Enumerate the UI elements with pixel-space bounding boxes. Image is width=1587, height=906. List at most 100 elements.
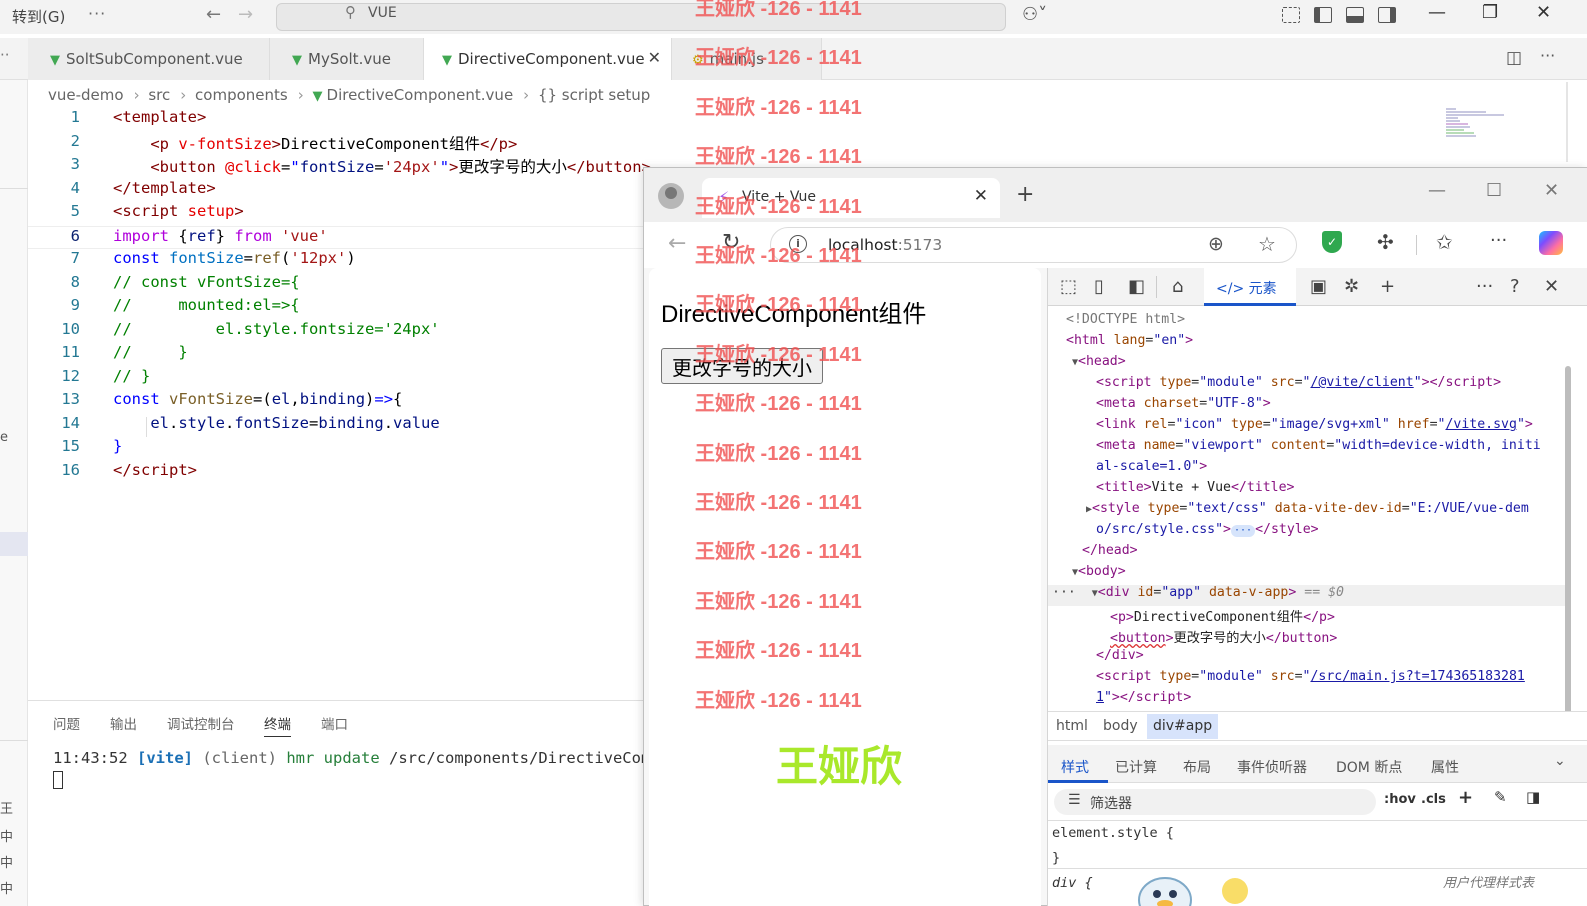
- dom-node-html[interactable]: <html lang="en">: [1066, 333, 1193, 348]
- breadcrumb-item[interactable]: vue-demo: [48, 86, 124, 104]
- devtools-more-icon[interactable]: ···: [1476, 276, 1493, 297]
- explorer-selected-row[interactable]: [0, 532, 28, 556]
- dom-node-title[interactable]: <title>Vite + Vue</title>: [1096, 480, 1295, 495]
- dom-node-head-close[interactable]: </head>: [1082, 543, 1138, 558]
- editor-more-icon[interactable]: ···: [1540, 46, 1555, 65]
- change-font-size-button[interactable]: 更改字号的大小: [661, 348, 823, 384]
- dom-node-p[interactable]: <p>DirectiveComponent组件</p>: [1110, 606, 1335, 625]
- back-arrow-icon[interactable]: ←: [668, 231, 686, 256]
- favorites-icon[interactable]: ✩: [1436, 230, 1453, 254]
- close-tab-icon[interactable]: ✕: [648, 48, 661, 67]
- subtab-dom-breakpoints[interactable]: DOM 断点: [1336, 757, 1402, 777]
- dom-node-button[interactable]: <button>更改字号的大小</button>: [1110, 627, 1337, 646]
- restore-icon[interactable]: ❐: [1482, 2, 1498, 23]
- subtab-styles[interactable]: 样式: [1061, 757, 1089, 777]
- subtab-event-listeners[interactable]: 事件侦听器: [1237, 757, 1307, 777]
- breadcrumb-item[interactable]: DirectiveComponent.vue: [327, 86, 514, 104]
- breadcrumb-item[interactable]: src: [148, 86, 170, 104]
- forward-arrow-icon[interactable]: →: [238, 4, 253, 25]
- toggle-sidebar-icon[interactable]: ◨: [1526, 788, 1540, 806]
- zoom-icon[interactable]: ⊕: [1208, 233, 1224, 255]
- favorite-star-icon[interactable]: ☆: [1258, 232, 1276, 256]
- dom-node-div-close[interactable]: </div>: [1096, 648, 1144, 663]
- cls-toggle[interactable]: .cls: [1421, 792, 1446, 807]
- dom-doctype[interactable]: <!DOCTYPE html>: [1066, 312, 1185, 327]
- address-bar[interactable]: i localhost:5173 ⊕ ☆: [770, 227, 1297, 263]
- dom-node-main-script[interactable]: <script type="module" src="/src/main.js?…: [1096, 669, 1525, 684]
- close-tab-icon[interactable]: ✕: [974, 186, 988, 206]
- ellipsis-badge[interactable]: ···: [1231, 525, 1256, 537]
- breadcrumb-item[interactable]: components: [195, 86, 288, 104]
- dock-side-icon[interactable]: ◧: [1128, 276, 1145, 297]
- toggle-panel-icon[interactable]: [1346, 7, 1364, 23]
- more-menu-icon[interactable]: ···: [88, 4, 106, 23]
- tab-elements[interactable]: </> 元素: [1204, 268, 1296, 306]
- dom-node-style[interactable]: ▶<style type="text/css" data-vite-dev-id…: [1086, 501, 1529, 516]
- crumb-div-app[interactable]: div#app: [1147, 714, 1219, 739]
- div-rule[interactable]: div {: [1052, 875, 1093, 891]
- tab-mainjs[interactable]: ⚙ main.js: [672, 38, 822, 80]
- dom-node-app-selected[interactable]: ··· ▼<div id="app" data-v-app> == $0: [1048, 585, 1568, 606]
- crumb-body[interactable]: body: [1103, 718, 1138, 734]
- close-window-icon[interactable]: ✕: [1544, 180, 1559, 201]
- close-window-icon[interactable]: ✕: [1536, 2, 1551, 23]
- hov-toggle[interactable]: :hov: [1384, 792, 1416, 807]
- extensions-puzzle-icon[interactable]: ✣: [1377, 230, 1394, 254]
- tab-ports[interactable]: 端口: [321, 713, 348, 733]
- new-rule-icon[interactable]: +: [1458, 787, 1473, 808]
- goto-menu[interactable]: 转到(G): [12, 6, 65, 27]
- info-icon[interactable]: i: [789, 235, 807, 253]
- outline-item-fragment[interactable]: 中: [0, 852, 13, 871]
- element-style-rule[interactable]: element.style {: [1052, 825, 1174, 841]
- tab-directivecomponent[interactable]: ▼ DirectiveComponent.vue ✕: [424, 38, 672, 80]
- browser-tab-active[interactable]: ⚡ Vite + Vue ✕: [702, 178, 1000, 218]
- help-icon[interactable]: ?: [1510, 276, 1520, 297]
- split-editor-icon[interactable]: ◫: [1506, 48, 1522, 68]
- shield-extension-icon[interactable]: ✓: [1322, 231, 1342, 253]
- home-icon[interactable]: ⌂: [1172, 276, 1183, 297]
- add-tool-icon[interactable]: +: [1380, 276, 1395, 297]
- dom-node-body[interactable]: ▼<body>: [1072, 564, 1126, 579]
- toggle-secondary-sidebar-icon[interactable]: [1378, 7, 1396, 23]
- tab-problems[interactable]: 问题: [53, 713, 80, 733]
- console-icon[interactable]: ▣: [1310, 276, 1327, 297]
- close-devtools-icon[interactable]: ✕: [1544, 276, 1559, 297]
- minimize-icon[interactable]: —: [1428, 180, 1446, 201]
- dom-node-meta[interactable]: <meta charset="UTF-8">: [1096, 396, 1271, 411]
- outline-item-fragment[interactable]: 中: [0, 826, 13, 845]
- debugger-bug-icon[interactable]: ✲: [1344, 276, 1359, 297]
- breadcrumb-item[interactable]: {} script setup: [538, 86, 650, 104]
- crumb-html[interactable]: html: [1056, 718, 1088, 734]
- toggle-sidebar-icon[interactable]: [1314, 7, 1332, 23]
- new-tab-icon[interactable]: +: [1016, 182, 1034, 207]
- paint-brush-icon[interactable]: ✎: [1494, 788, 1507, 806]
- subtab-properties[interactable]: 属性: [1431, 757, 1459, 777]
- tab-output[interactable]: 输出: [110, 713, 137, 733]
- dom-node-link[interactable]: <link rel="icon" type="image/svg+xml" hr…: [1096, 417, 1533, 432]
- device-emulation-icon[interactable]: ▯: [1094, 276, 1104, 297]
- settings-more-icon[interactable]: ···: [1490, 230, 1507, 251]
- dom-tree[interactable]: <!DOCTYPE html> <html lang="en"> ▼<head>…: [1048, 308, 1587, 736]
- minimize-icon[interactable]: —: [1428, 2, 1446, 23]
- editor-scrollbar[interactable]: [1566, 82, 1568, 162]
- profile-avatar-icon[interactable]: [658, 183, 684, 209]
- explorer-item-fragment[interactable]: e: [0, 430, 8, 445]
- reload-icon[interactable]: ↻: [722, 230, 740, 255]
- tab-mysolt[interactable]: ▼ MySolt.vue: [270, 38, 424, 80]
- customize-layout-icon[interactable]: [1282, 7, 1300, 23]
- subtab-computed[interactable]: 已计算: [1115, 757, 1157, 777]
- outline-item-fragment[interactable]: 中: [0, 878, 13, 897]
- chevron-down-icon[interactable]: ⌄: [1554, 753, 1566, 769]
- copilot-icon[interactable]: ⚇˅: [1022, 4, 1047, 25]
- dom-node-meta-viewport[interactable]: <meta name="viewport" content="width=dev…: [1096, 438, 1541, 453]
- inspect-element-icon[interactable]: ⬚: [1060, 276, 1077, 297]
- tabs-overflow-icon[interactable]: ··: [0, 46, 10, 64]
- dom-tree-scrollbar[interactable]: [1565, 366, 1571, 736]
- outline-item-fragment[interactable]: 王: [0, 798, 13, 817]
- maximize-icon[interactable]: ☐: [1486, 180, 1502, 201]
- styles-filter-input[interactable]: ☰ 筛选器: [1054, 789, 1376, 815]
- copilot-icon[interactable]: [1539, 231, 1563, 255]
- back-arrow-icon[interactable]: ←: [206, 4, 221, 25]
- code-editor[interactable]: 1 <template> 2 <p v-fontSize>DirectiveCom…: [28, 108, 668, 698]
- tab-debug-console[interactable]: 调试控制台: [167, 713, 235, 733]
